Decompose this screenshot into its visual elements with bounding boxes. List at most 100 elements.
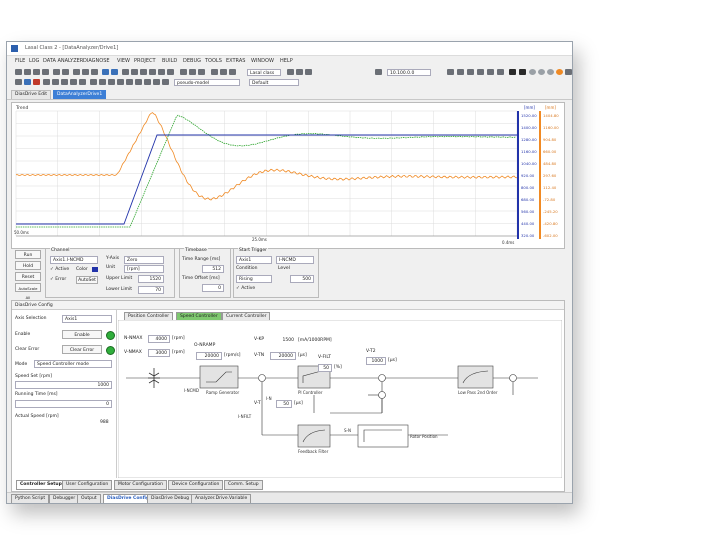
zoom-icon[interactable]: [296, 69, 303, 75]
autoscale-all-button[interactable]: AutoScale All: [15, 283, 41, 300]
v-t2-field[interactable]: 1000: [366, 357, 386, 365]
menu-log[interactable]: LOG: [29, 58, 39, 64]
n-nmax-field[interactable]: 4000: [148, 335, 170, 343]
running-time-field[interactable]: 0: [15, 400, 112, 408]
config-combo[interactable]: Default: [249, 79, 299, 86]
hold-button[interactable]: Hold: [15, 261, 41, 270]
target-combo[interactable]: 10.100.0.0: [387, 69, 431, 76]
time-offset-field[interactable]: 0: [202, 284, 224, 292]
align-icon[interactable]: [52, 79, 59, 85]
menu-view[interactable]: VIEW: [117, 58, 130, 64]
layout-icon[interactable]: [158, 69, 165, 75]
mode-select[interactable]: Speed Controller mode: [34, 360, 112, 368]
logout-icon[interactable]: [457, 69, 464, 75]
menu-extras[interactable]: EXTRAS: [226, 58, 245, 64]
scope-icon[interactable]: [126, 79, 133, 85]
enable-button[interactable]: Enable: [62, 330, 102, 339]
v-kp-field[interactable]: 1500: [278, 337, 296, 345]
cut-icon[interactable]: [73, 69, 80, 75]
upper-limit-field[interactable]: 1520: [138, 275, 164, 283]
level-field[interactable]: 500: [290, 275, 314, 283]
open-icon[interactable]: [24, 69, 31, 75]
table-icon[interactable]: [140, 69, 147, 75]
axis-selection-select[interactable]: Axis1: [62, 315, 112, 323]
transfer-icon[interactable]: [467, 69, 474, 75]
model-combo[interactable]: pseudo-model: [174, 79, 240, 86]
v-t-field[interactable]: 50: [276, 400, 292, 408]
tab-speed-controller[interactable]: Speed Controller: [176, 312, 222, 320]
watch-icon[interactable]: [99, 79, 106, 85]
menu-window[interactable]: WINDOW: [251, 58, 274, 64]
download-icon[interactable]: [189, 69, 196, 75]
more-icon[interactable]: [565, 69, 572, 75]
rebuild-icon[interactable]: [229, 69, 236, 75]
tab-position-controller[interactable]: Position Controller: [124, 312, 174, 320]
trend-plot[interactable]: Trend 50.0ms 25.0ms 0.4ms 1520.00 1400.00…: [11, 102, 565, 249]
tab-debugger[interactable]: Debugger: [49, 494, 80, 503]
lower-limit-field[interactable]: 70: [138, 286, 164, 294]
status-icon[interactable]: [529, 69, 536, 75]
info-icon[interactable]: [153, 79, 160, 85]
tab-analyzer-variable[interactable]: Analyzer.Drive.Variable: [191, 494, 252, 503]
tab-python-script[interactable]: Python Script: [11, 494, 50, 503]
save-icon[interactable]: [33, 69, 40, 75]
tab-controller-setup[interactable]: Controller Setup: [16, 480, 66, 490]
o-nramp-field[interactable]: 20000: [196, 352, 222, 360]
compile-icon[interactable]: [211, 69, 218, 75]
settings-icon[interactable]: [287, 69, 294, 75]
menu-file[interactable]: FILE: [15, 58, 25, 64]
delete-icon[interactable]: [33, 79, 40, 85]
v-nmax-field[interactable]: 3000: [148, 349, 170, 357]
connect-icon[interactable]: [180, 69, 187, 75]
menu-diagnose[interactable]: DIAGNOSE: [83, 58, 110, 64]
v-filt-field[interactable]: 50: [318, 364, 332, 372]
v-tn-field[interactable]: 20000: [270, 352, 296, 360]
trend-chart[interactable]: Trend 50.0ms 25.0ms 0.4ms 1520.00 1400.00…: [12, 103, 564, 248]
preview-icon[interactable]: [62, 69, 69, 75]
clear-error-button[interactable]: Clear Error: [62, 345, 102, 354]
info2-icon[interactable]: [547, 69, 554, 75]
yaxis-select[interactable]: Zero: [124, 256, 164, 264]
stop-icon[interactable]: [519, 69, 526, 75]
login-icon[interactable]: [447, 69, 454, 75]
menu-debug[interactable]: DEBUG: [183, 58, 201, 64]
unit-field[interactable]: [rpm]: [124, 265, 164, 273]
trigger-axis-select[interactable]: Axis1: [236, 256, 272, 264]
step-icon[interactable]: [61, 79, 68, 85]
build-icon[interactable]: [220, 69, 227, 75]
error-checkbox[interactable]: ✓ Error: [50, 277, 66, 282]
tab-diasdrive-config[interactable]: DiasDrive Config: [103, 494, 154, 503]
tab-user-configuration[interactable]: User Configuration: [62, 480, 113, 490]
reset-icon[interactable]: [487, 69, 494, 75]
help-icon[interactable]: [162, 79, 169, 85]
trace-icon[interactable]: [117, 79, 124, 85]
trigger-active-checkbox[interactable]: ✓ Active: [236, 286, 255, 291]
tab-current-controller[interactable]: Current Controller: [222, 312, 271, 320]
chart-icon[interactable]: [149, 69, 156, 75]
copy-icon[interactable]: [82, 69, 89, 75]
window-icon[interactable]: [167, 69, 174, 75]
pointer-icon[interactable]: [15, 79, 22, 85]
channel-select[interactable]: Axis1.I-NCMD: [50, 256, 98, 264]
undo-icon[interactable]: [102, 69, 109, 75]
new-icon[interactable]: [15, 69, 22, 75]
move-icon[interactable]: [43, 79, 50, 85]
tab-diasdrive-edit[interactable]: DiasDrive Edit: [11, 90, 51, 99]
print-icon[interactable]: [53, 69, 60, 75]
speed-set-field[interactable]: 1000: [15, 381, 112, 389]
step-out-icon[interactable]: [79, 79, 86, 85]
redo-icon[interactable]: [111, 69, 118, 75]
tab-diasdrive-debug[interactable]: DiasDrive Debug: [147, 494, 194, 503]
edit-icon[interactable]: [24, 79, 31, 85]
save-all-icon[interactable]: [42, 69, 49, 75]
autoset-button[interactable]: AutoSet: [76, 276, 98, 284]
config-icon[interactable]: [135, 79, 142, 85]
menu-project[interactable]: PROJECT: [134, 58, 156, 64]
refresh-icon[interactable]: [305, 69, 312, 75]
network-icon[interactable]: [144, 79, 151, 85]
condition-select[interactable]: Rising: [236, 275, 272, 283]
grid-icon[interactable]: [131, 69, 138, 75]
reset-button[interactable]: Reset: [15, 272, 41, 281]
active-checkbox[interactable]: ✓ Active: [50, 267, 69, 272]
menu-tools[interactable]: TOOLS: [205, 58, 222, 64]
